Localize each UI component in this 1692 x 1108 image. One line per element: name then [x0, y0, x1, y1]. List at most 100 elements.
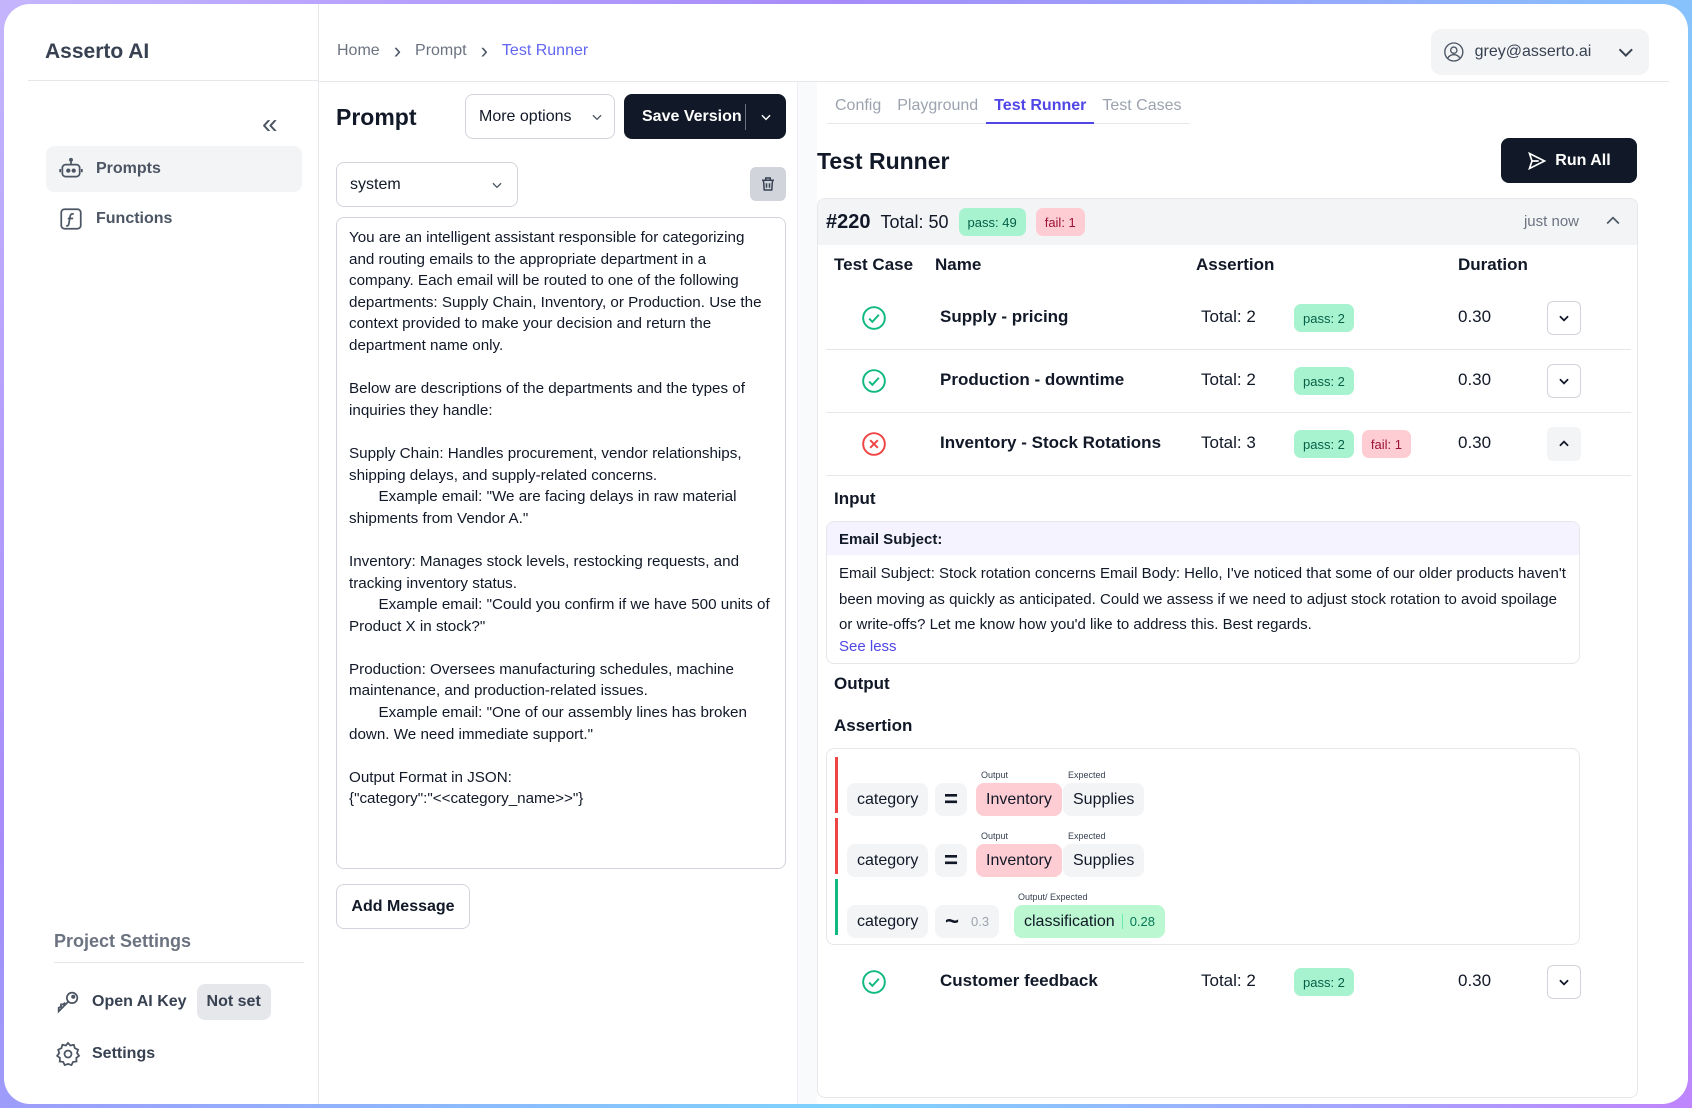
save-version-label: Save Version — [642, 107, 742, 125]
table-row-expanded[interactable]: Inventory - Stock Rotations Total: 3 pas… — [826, 413, 1631, 476]
column-header-assertion: Assertion — [1196, 255, 1275, 274]
output-section-label: Output — [834, 674, 890, 693]
more-options-label: More options — [479, 107, 572, 125]
tab-test-runner[interactable]: Test Runner — [986, 82, 1095, 124]
send-icon — [1528, 151, 1547, 170]
sidebar-item-functions[interactable]: Functions — [46, 196, 302, 242]
message-role-select[interactable]: system — [336, 162, 518, 207]
chevron-right-icon: › — [393, 38, 402, 63]
breadcrumb-prompt[interactable]: Prompt — [415, 42, 467, 60]
project-settings-title: Project Settings — [54, 931, 192, 951]
equals-operator: = — [935, 844, 967, 877]
sidebar: Asserto AI « Prompts Functions Project S… — [4, 4, 319, 1104]
prompt-title: Prompt — [336, 104, 417, 130]
output-value: Inventory — [976, 783, 1062, 816]
chevron-down-icon — [1559, 315, 1569, 322]
run-total: Total: 50 — [880, 211, 949, 232]
panel-divider — [797, 82, 817, 1104]
expected-caption: Expected — [1068, 770, 1106, 780]
role-value: system — [350, 175, 401, 193]
test-name: Production - downtime — [940, 370, 1125, 389]
chevron-up-icon — [1559, 440, 1569, 447]
test-runner-panel: Config Playground Test Runner Test Cases… — [817, 82, 1688, 1104]
expected-value: Supplies — [1063, 783, 1145, 816]
assertion-field: category — [847, 783, 929, 816]
delete-message-button[interactable] — [750, 167, 786, 201]
similarity-operator: ~ 0.3 — [935, 905, 1000, 938]
output-value: Inventory — [976, 844, 1062, 877]
column-header-test-case: Test Case — [834, 255, 914, 274]
assertion-total: Total: 2 — [1201, 370, 1256, 389]
add-message-button[interactable]: Add Message — [336, 884, 470, 929]
pass-badge: pass: 49 — [958, 208, 1026, 236]
sidebar-item-label: Prompts — [96, 160, 161, 177]
sidebar-item-label: Functions — [96, 210, 173, 227]
open-ai-key-setting[interactable]: Open AI Key Not set — [54, 984, 271, 1020]
assertions-box: category = Output Inventory Expected Sup… — [826, 748, 1580, 945]
x-circle-icon — [862, 432, 886, 456]
table-row[interactable]: Supply - pricing Total: 2 pass: 2 0.30 — [826, 287, 1631, 350]
pass-badge: pass: 2 — [1294, 430, 1354, 458]
key-icon — [57, 991, 79, 1014]
test-name: Customer feedback — [940, 971, 1098, 990]
chevron-down-icon — [1559, 979, 1569, 986]
table-row[interactable]: Production - downtime Total: 2 pass: 2 0… — [826, 350, 1631, 413]
email-subject-label: Email Subject: — [827, 522, 1579, 555]
fail-indicator — [835, 757, 838, 813]
fail-indicator — [835, 818, 838, 874]
chevron-down-icon — [1559, 378, 1569, 385]
pass-badge: pass: 2 — [1294, 367, 1354, 395]
assertion-total: Total: 3 — [1201, 433, 1256, 452]
prompt-message-textarea[interactable]: You are an intelligent assistant respons… — [336, 217, 786, 869]
run-timestamp: just now — [1523, 213, 1579, 230]
settings-label: Settings — [92, 1045, 156, 1062]
expand-row-button[interactable] — [1547, 301, 1581, 335]
breadcrumb-home[interactable]: Home — [337, 42, 380, 60]
email-input-box: Email Subject: Email Subject: Stock rota… — [826, 521, 1580, 664]
pass-badge: pass: 2 — [1294, 304, 1354, 332]
run-all-button[interactable]: Run All — [1501, 138, 1637, 183]
see-less-link[interactable]: See less — [827, 638, 909, 655]
breadcrumb: Home › Prompt › Test Runner — [337, 38, 589, 63]
run-all-label: Run All — [1555, 151, 1611, 169]
assertion-field: category — [847, 905, 929, 938]
column-header-duration: Duration — [1458, 255, 1528, 274]
test-run-header[interactable]: #220 Total: 50 pass: 49 fail: 1 just now — [818, 199, 1637, 245]
run-id: #220 — [826, 210, 871, 233]
robot-icon — [59, 157, 83, 178]
pass-indicator — [835, 879, 838, 935]
user-menu[interactable]: grey@asserto.ai — [1431, 29, 1649, 75]
check-circle-icon — [862, 306, 886, 330]
assertion-row-passed: category ~ 0.3 Output/ Expected classifi… — [835, 879, 1435, 938]
chevron-right-icon: › — [480, 38, 488, 63]
breadcrumb-current: Test Runner — [501, 42, 589, 59]
fail-badge: fail: 1 — [1035, 208, 1085, 236]
expand-row-button[interactable] — [1547, 364, 1581, 398]
input-section-label: Input — [834, 489, 876, 508]
assertion-field: category — [847, 844, 929, 877]
save-version-button[interactable]: Save Version — [624, 94, 786, 139]
email-body: Email Subject: Stock rotation concerns E… — [839, 565, 1566, 633]
divider — [54, 962, 304, 963]
tab-config[interactable]: Config — [827, 82, 889, 124]
collapse-sidebar-icon[interactable]: « — [262, 110, 278, 138]
expected-value: Supplies — [1063, 844, 1145, 877]
tab-playground[interactable]: Playground — [889, 82, 986, 124]
chevron-up-icon[interactable] — [1603, 211, 1623, 231]
prompt-panel: Prompt More options Save Version system … — [319, 82, 797, 1104]
save-version-menu-button[interactable] — [746, 110, 786, 124]
more-options-dropdown[interactable]: More options — [465, 94, 615, 139]
collapse-row-button[interactable] — [1547, 427, 1581, 461]
similarity-score: 0.28 — [1121, 914, 1155, 929]
table-row[interactable]: Customer feedback Total: 2 pass: 2 0.30 — [826, 951, 1631, 1014]
sidebar-item-prompts[interactable]: Prompts — [46, 146, 302, 192]
tab-test-cases[interactable]: Test Cases — [1094, 82, 1189, 124]
test-run-card: #220 Total: 50 pass: 49 fail: 1 just now… — [817, 198, 1638, 1098]
gear-icon — [55, 1041, 81, 1067]
app-window: Asserto AI « Prompts Functions Project S… — [4, 4, 1688, 1104]
duration: 0.30 — [1458, 307, 1492, 326]
open-ai-key-status-badge[interactable]: Not set — [196, 984, 271, 1020]
settings-link[interactable]: Settings — [54, 1040, 155, 1068]
check-circle-icon — [862, 970, 886, 994]
expand-row-button[interactable] — [1547, 965, 1581, 999]
